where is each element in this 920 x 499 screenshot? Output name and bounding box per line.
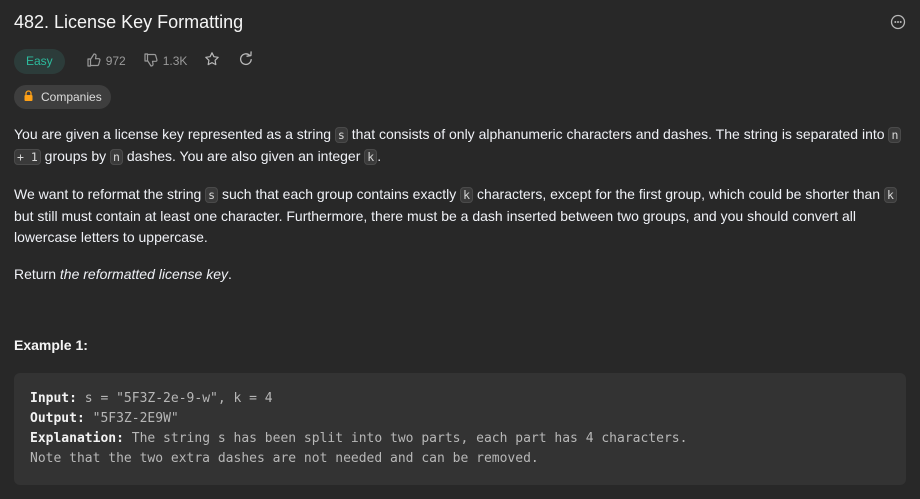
share-icon	[238, 50, 254, 72]
text: .	[377, 148, 382, 164]
description-paragraph-1: You are given a license key represented …	[14, 124, 909, 168]
example-1-box: Input: s = "5F3Z-2e-9-w", k = 4 Output: …	[14, 373, 906, 485]
example-1-content: Input: s = "5F3Z-2e-9-w", k = 4 Output: …	[30, 389, 687, 469]
meta-row: Easy 972 1.3K	[14, 48, 272, 74]
emphasis-text: the reformatted license key	[59, 266, 229, 282]
output-label: Output:	[30, 411, 85, 426]
text: dashes. You are also given an integer	[122, 148, 365, 164]
input-label: Input:	[30, 391, 77, 406]
thumbs-up-icon	[86, 52, 106, 71]
inline-code: s	[334, 127, 348, 143]
inline-code: k	[364, 149, 378, 165]
text: characters, except for the first group, …	[473, 186, 884, 202]
favorite-button[interactable]	[204, 51, 220, 72]
explanation-label: Explanation:	[30, 431, 124, 446]
inline-code: k	[460, 187, 474, 203]
inline-code: s	[205, 187, 219, 203]
like-count: 972	[105, 54, 126, 68]
dislike-count: 1.3K	[162, 54, 188, 68]
explanation-note: Note that the two extra dashes are not n…	[30, 451, 539, 466]
thumbs-down-icon	[143, 52, 163, 71]
problem-description: You are given a license key represented …	[14, 124, 909, 301]
dislike-button[interactable]: 1.3K	[143, 52, 188, 71]
title-row: 482. License Key Formatting	[14, 10, 910, 36]
inline-code: k	[883, 187, 897, 203]
text: groups by	[40, 148, 111, 164]
inline-code: n	[110, 149, 123, 165]
output-value: "5F3Z-2E9W"	[84, 411, 179, 426]
example-1-heading: Example 1:	[14, 337, 88, 353]
inline-code: n	[888, 127, 902, 143]
more-options-icon[interactable]	[890, 14, 906, 30]
text: You are given a license key represented …	[14, 126, 335, 142]
input-value: s = "5F3Z-2e-9-w", k = 4	[76, 391, 273, 406]
text: We want to reformat the string	[14, 186, 206, 202]
star-icon	[204, 51, 220, 72]
explanation-value: The string s has been split into two par…	[123, 431, 688, 446]
lock-icon	[23, 89, 41, 105]
text: such that each group contains exactly	[218, 186, 461, 202]
text: that consists of only alphanumeric chara…	[347, 126, 889, 142]
text: but still must contain at least one char…	[14, 208, 857, 245]
like-button[interactable]: 972	[86, 52, 126, 71]
problem-page: 482. License Key Formatting Easy 972 1.3…	[0, 0, 920, 499]
companies-tag[interactable]: Companies	[14, 85, 111, 109]
description-paragraph-2: We want to reformat the string s such th…	[14, 184, 909, 248]
inline-code: + 1	[14, 149, 41, 165]
text: .	[228, 266, 232, 282]
text: Return	[14, 266, 60, 282]
difficulty-badge: Easy	[14, 48, 65, 74]
share-button[interactable]	[238, 50, 254, 72]
problem-title[interactable]: 482. License Key Formatting	[14, 10, 910, 34]
companies-label: Companies	[41, 90, 102, 104]
description-paragraph-3: Return the reformatted license key.	[14, 264, 909, 285]
